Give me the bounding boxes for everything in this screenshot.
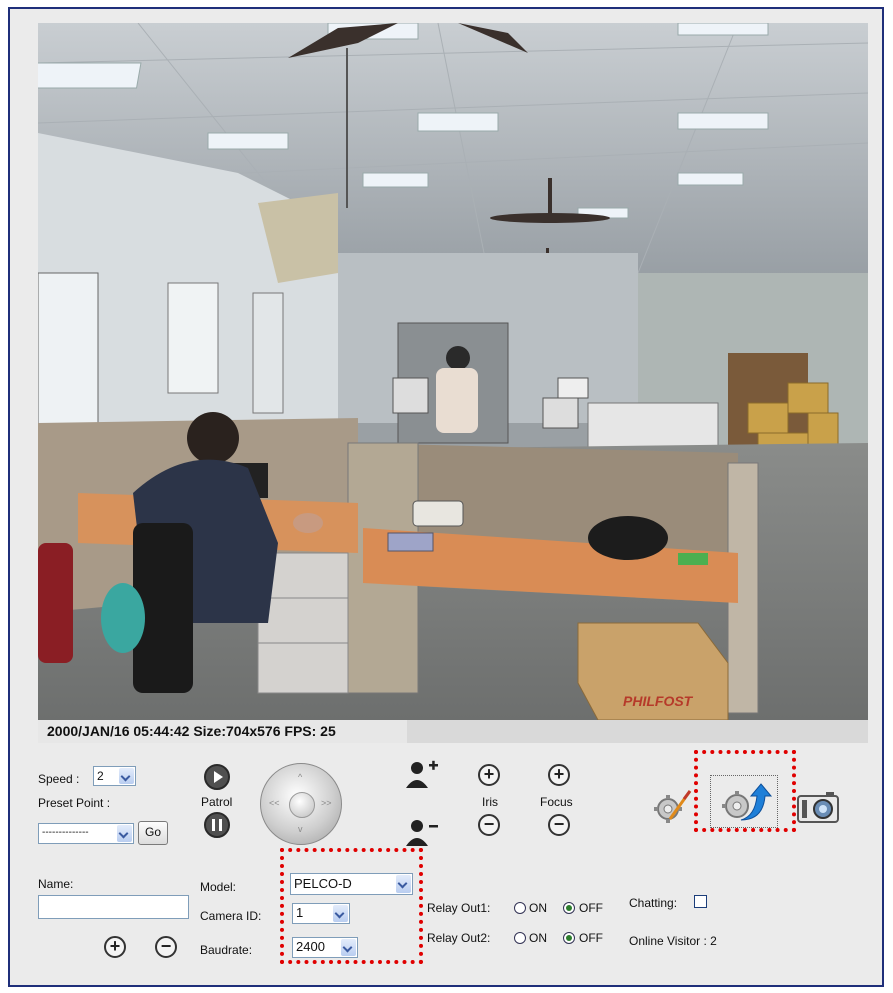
name-label: Name: [38, 877, 74, 891]
chevron-down-icon [117, 825, 132, 842]
patrol-label: Patrol [201, 795, 233, 809]
add-preset-icon[interactable]: + [104, 936, 126, 958]
camera-id-label: Camera ID: [200, 909, 262, 923]
zoom-out-person-icon[interactable] [403, 816, 439, 852]
relay-off-label: OFF [579, 901, 603, 915]
office-scene-image: PHILFOST [38, 23, 868, 720]
osd-bar [407, 720, 868, 743]
iris-close-icon[interactable]: − [478, 814, 500, 836]
ptz-joystick[interactable]: << >> ^ v [260, 763, 342, 845]
remove-preset-icon[interactable]: − [155, 936, 177, 958]
preset-name-input[interactable] [38, 895, 189, 919]
joystick-center[interactable] [289, 792, 315, 818]
relay-off-label: OFF [579, 931, 603, 945]
preset-value: -------------- [42, 827, 89, 838]
camera-settings-highlight [280, 848, 423, 964]
baudrate-label: Baudrate: [200, 943, 253, 957]
iris-label: Iris [482, 795, 498, 809]
video-osd-status: 2000/JAN/16 05:44:42 Size:704x576 FPS: 2… [38, 720, 407, 743]
focus-label: Focus [540, 795, 573, 809]
chatting-label: Chatting: [629, 896, 678, 910]
snapshot-camera-icon[interactable] [796, 790, 840, 824]
speed-label: Speed : [38, 772, 80, 786]
tilt-up-arrow[interactable]: ^ [298, 772, 302, 782]
zoom-in-person-icon[interactable] [403, 758, 439, 794]
patrol-play-icon[interactable] [204, 764, 230, 790]
model-label: Model: [200, 880, 237, 894]
box-watermark: PHILFOST [623, 693, 694, 709]
preset-point-label: Preset Point : [38, 796, 111, 810]
chevron-down-icon [119, 768, 134, 784]
relay-on-label: ON [529, 901, 547, 915]
online-visitor-count: Online Visitor : 2 [629, 934, 717, 948]
relay-out2-on-radio[interactable] [514, 932, 526, 944]
focus-near-icon[interactable]: + [548, 764, 570, 786]
relay-out2-label: Relay Out2: [427, 931, 491, 945]
speed-select[interactable]: 2 [93, 766, 136, 786]
pan-left-arrow[interactable]: << [269, 798, 280, 808]
go-button[interactable]: Go [138, 821, 168, 845]
relay-out1-on-radio[interactable] [514, 902, 526, 914]
relay-on-label: ON [529, 931, 547, 945]
live-video[interactable]: PHILFOST [38, 23, 868, 720]
iris-open-icon[interactable]: + [478, 764, 500, 786]
chatting-checkbox[interactable] [694, 895, 707, 908]
relay-out1-label: Relay Out1: [427, 901, 491, 915]
upgrade-highlight [694, 750, 796, 832]
speed-value: 2 [97, 769, 104, 783]
preset-point-select[interactable]: -------------- [38, 823, 134, 844]
patrol-pause-icon[interactable] [204, 812, 230, 838]
relay-out1-off-radio[interactable] [563, 902, 575, 914]
pan-right-arrow[interactable]: >> [321, 798, 332, 808]
focus-far-icon[interactable]: − [548, 814, 570, 836]
tilt-down-arrow[interactable]: v [298, 824, 303, 834]
settings-icon[interactable] [650, 785, 694, 829]
relay-out2-off-radio[interactable] [563, 932, 575, 944]
